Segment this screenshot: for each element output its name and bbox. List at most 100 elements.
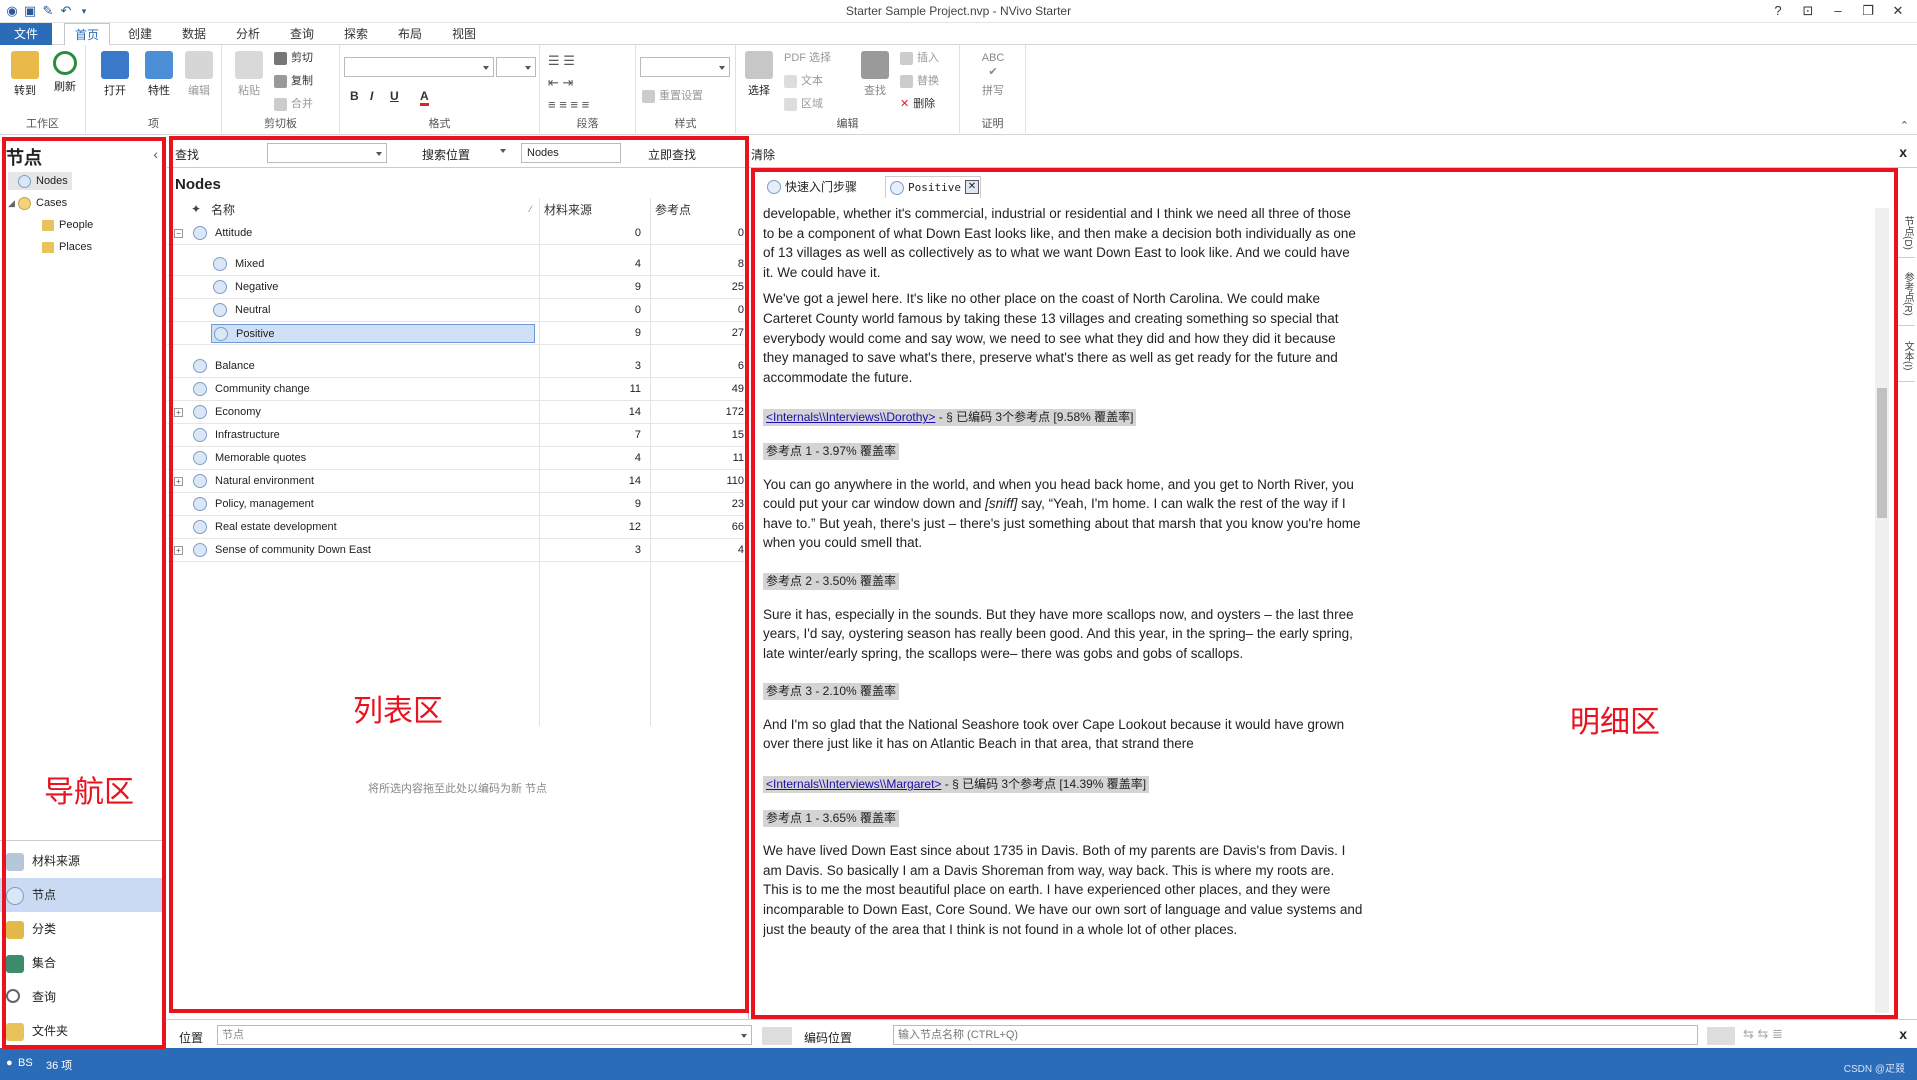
group-item: 打开 特性 编辑 项 [86,45,222,133]
copy-icon [274,74,287,88]
merge-icon [274,97,287,111]
group-label-clipboard: 剪切板 [264,118,297,130]
watermark: CSDN @疋叕 [1843,1064,1905,1075]
group-label-styles: 样式 [674,118,697,130]
tab-layout[interactable]: 布局 [388,23,432,45]
reset-settings-button[interactable]: 重置设置 [642,87,703,105]
delete-x-icon: ✕ [900,98,910,110]
location-combo[interactable]: 节点 [217,1025,752,1045]
tab-explore[interactable]: 探索 [334,23,378,45]
group-paragraph: ☰ ☰ ⇤ ⇥ ≡ ≡ ≡ ≡ 段落 [540,45,636,133]
replace-button[interactable]: 替换 [900,72,939,90]
tab-home[interactable]: 首页 [64,23,111,46]
replace-icon [900,74,913,88]
open-icon [101,51,129,79]
align-icon[interactable]: ≡ ≡ ≡ ≡ [548,97,589,112]
underline-button[interactable]: U [390,89,399,103]
paste-icon [235,51,263,79]
ribbon-display-icon[interactable]: ⊡ [1796,2,1820,20]
open-button[interactable]: 打开 [96,51,134,98]
clear-button[interactable]: 清除 [751,146,775,163]
code-button-icon[interactable] [1707,1027,1735,1045]
side-tab-text[interactable]: 文本(I) [1895,330,1915,382]
list-zone-box [169,136,749,1013]
group-label-format: 格式 [428,118,451,130]
group-label-proofing: 证明 [981,118,1004,130]
nav-zone-label: 导航区 [44,775,134,810]
font-color-button[interactable]: A [420,89,429,106]
location-label: 位置 [179,1031,204,1045]
close-coding-bar-icon[interactable]: x [1899,1026,1907,1042]
help-icon[interactable]: ? [1766,2,1790,20]
reset-icon [642,89,655,103]
close-find-icon[interactable]: x [1899,144,1907,160]
cursor-icon [745,51,773,79]
user-icon: ● [6,1057,13,1069]
delete-button[interactable]: ✕ 删除 [900,95,935,113]
group-proofing: ABC ✔ 拼写 证明 [960,45,1026,133]
window-title: Starter Sample Project.nvp - NVivo Start… [845,4,1072,18]
region-select-button[interactable]: 区域 [784,95,823,113]
goto-button[interactable]: 转到 [6,51,44,98]
nav-zone-box [2,137,166,1049]
region-icon [784,97,797,111]
text-select-button[interactable]: 文本 [784,72,823,90]
ribbon-tab-bar: 文件 首页 创建 数据 分析 查询 探索 布局 视图 [0,23,1917,46]
code-at-label: 编码位置 [804,1031,853,1045]
detail-zone-label: 明细区 [1570,705,1660,740]
font-size-combo[interactable] [496,57,536,77]
group-workspace: 转到 刷新 工作区 [0,45,86,133]
ribbon: 转到 刷新 工作区 打开 特性 编辑 项 粘贴 剪切 复制 合并 剪切板 B I… [0,45,1917,135]
indent-icon[interactable]: ⇤ ⇥ [548,75,573,91]
tab-create[interactable]: 创建 [118,23,162,45]
copy-button[interactable]: 复制 [274,72,313,90]
uncode-icon[interactable]: ⇆ ⇆ ≣ [1743,1026,1783,1042]
tab-analyze[interactable]: 分析 [226,23,270,45]
pdf-select-button[interactable]: PDF 选择 [784,49,831,67]
insert-icon [900,51,913,65]
abc-check-icon: ABC ✔ [981,52,1005,78]
group-label-paragraph: 段落 [576,118,599,130]
title-bar: ◉ ▣ ✎ ↶ ▾ Starter Sample Project.nvp - N… [0,0,1917,23]
code-node-input[interactable] [893,1025,1698,1045]
find-button[interactable]: 查找 [856,51,894,98]
refresh-button[interactable]: 刷新 [46,51,84,94]
insert-button[interactable]: 插入 [900,49,939,67]
properties-button[interactable]: 特性 [140,51,178,98]
close-window-icon[interactable]: ✕ [1886,2,1910,20]
edit-button[interactable]: 编辑 [180,51,218,98]
status-user: BS [18,1057,33,1069]
goto-icon [11,51,39,79]
style-combo[interactable] [640,57,730,77]
tab-query[interactable]: 查询 [280,23,324,45]
paste-button[interactable]: 粘贴 [230,51,268,98]
list-zone-label: 列表区 [353,694,443,729]
side-tab-nodes[interactable]: 节点(D) [1895,208,1915,258]
bullet-list-icon[interactable]: ☰ ☰ [548,53,575,69]
text-icon [784,74,797,88]
select-button[interactable]: 选择 [740,51,778,98]
font-family-combo[interactable] [344,57,494,77]
coding-bar: 位置 节点 编码位置 ⇆ ⇆ ≣ x [167,1019,1917,1051]
bold-button[interactable]: B [350,89,359,103]
tab-data[interactable]: 数据 [172,23,216,45]
group-label-item: 项 [148,118,159,130]
cut-button[interactable]: 剪切 [274,49,313,67]
restore-icon[interactable]: ❐ [1856,2,1880,20]
group-editing: 选择 PDF 选择 文本 区域 查找 插入 替换 ✕ 删除 编辑 [736,45,960,133]
minimize-icon[interactable]: – [1826,2,1850,20]
binoculars-icon [861,51,889,79]
collapse-ribbon-icon[interactable]: ⌃ [1900,119,1909,132]
code-options-icon[interactable] [762,1027,792,1045]
group-label-editing: 编辑 [836,118,859,130]
status-bar: ● BS 36 项 CSDN @疋叕 [0,1048,1917,1080]
detail-zone-box [751,168,1898,1019]
group-format: B I U A 格式 [340,45,540,133]
group-label-workspace: 工作区 [26,118,59,130]
italic-button[interactable]: I [370,89,373,103]
tab-view[interactable]: 视图 [442,23,486,45]
tab-file[interactable]: 文件 [0,23,53,45]
merge-button[interactable]: 合并 [274,95,313,113]
side-tab-references[interactable]: 参考点(R) [1895,262,1915,326]
spelling-button[interactable]: ABC ✔ 拼写 [974,51,1012,98]
